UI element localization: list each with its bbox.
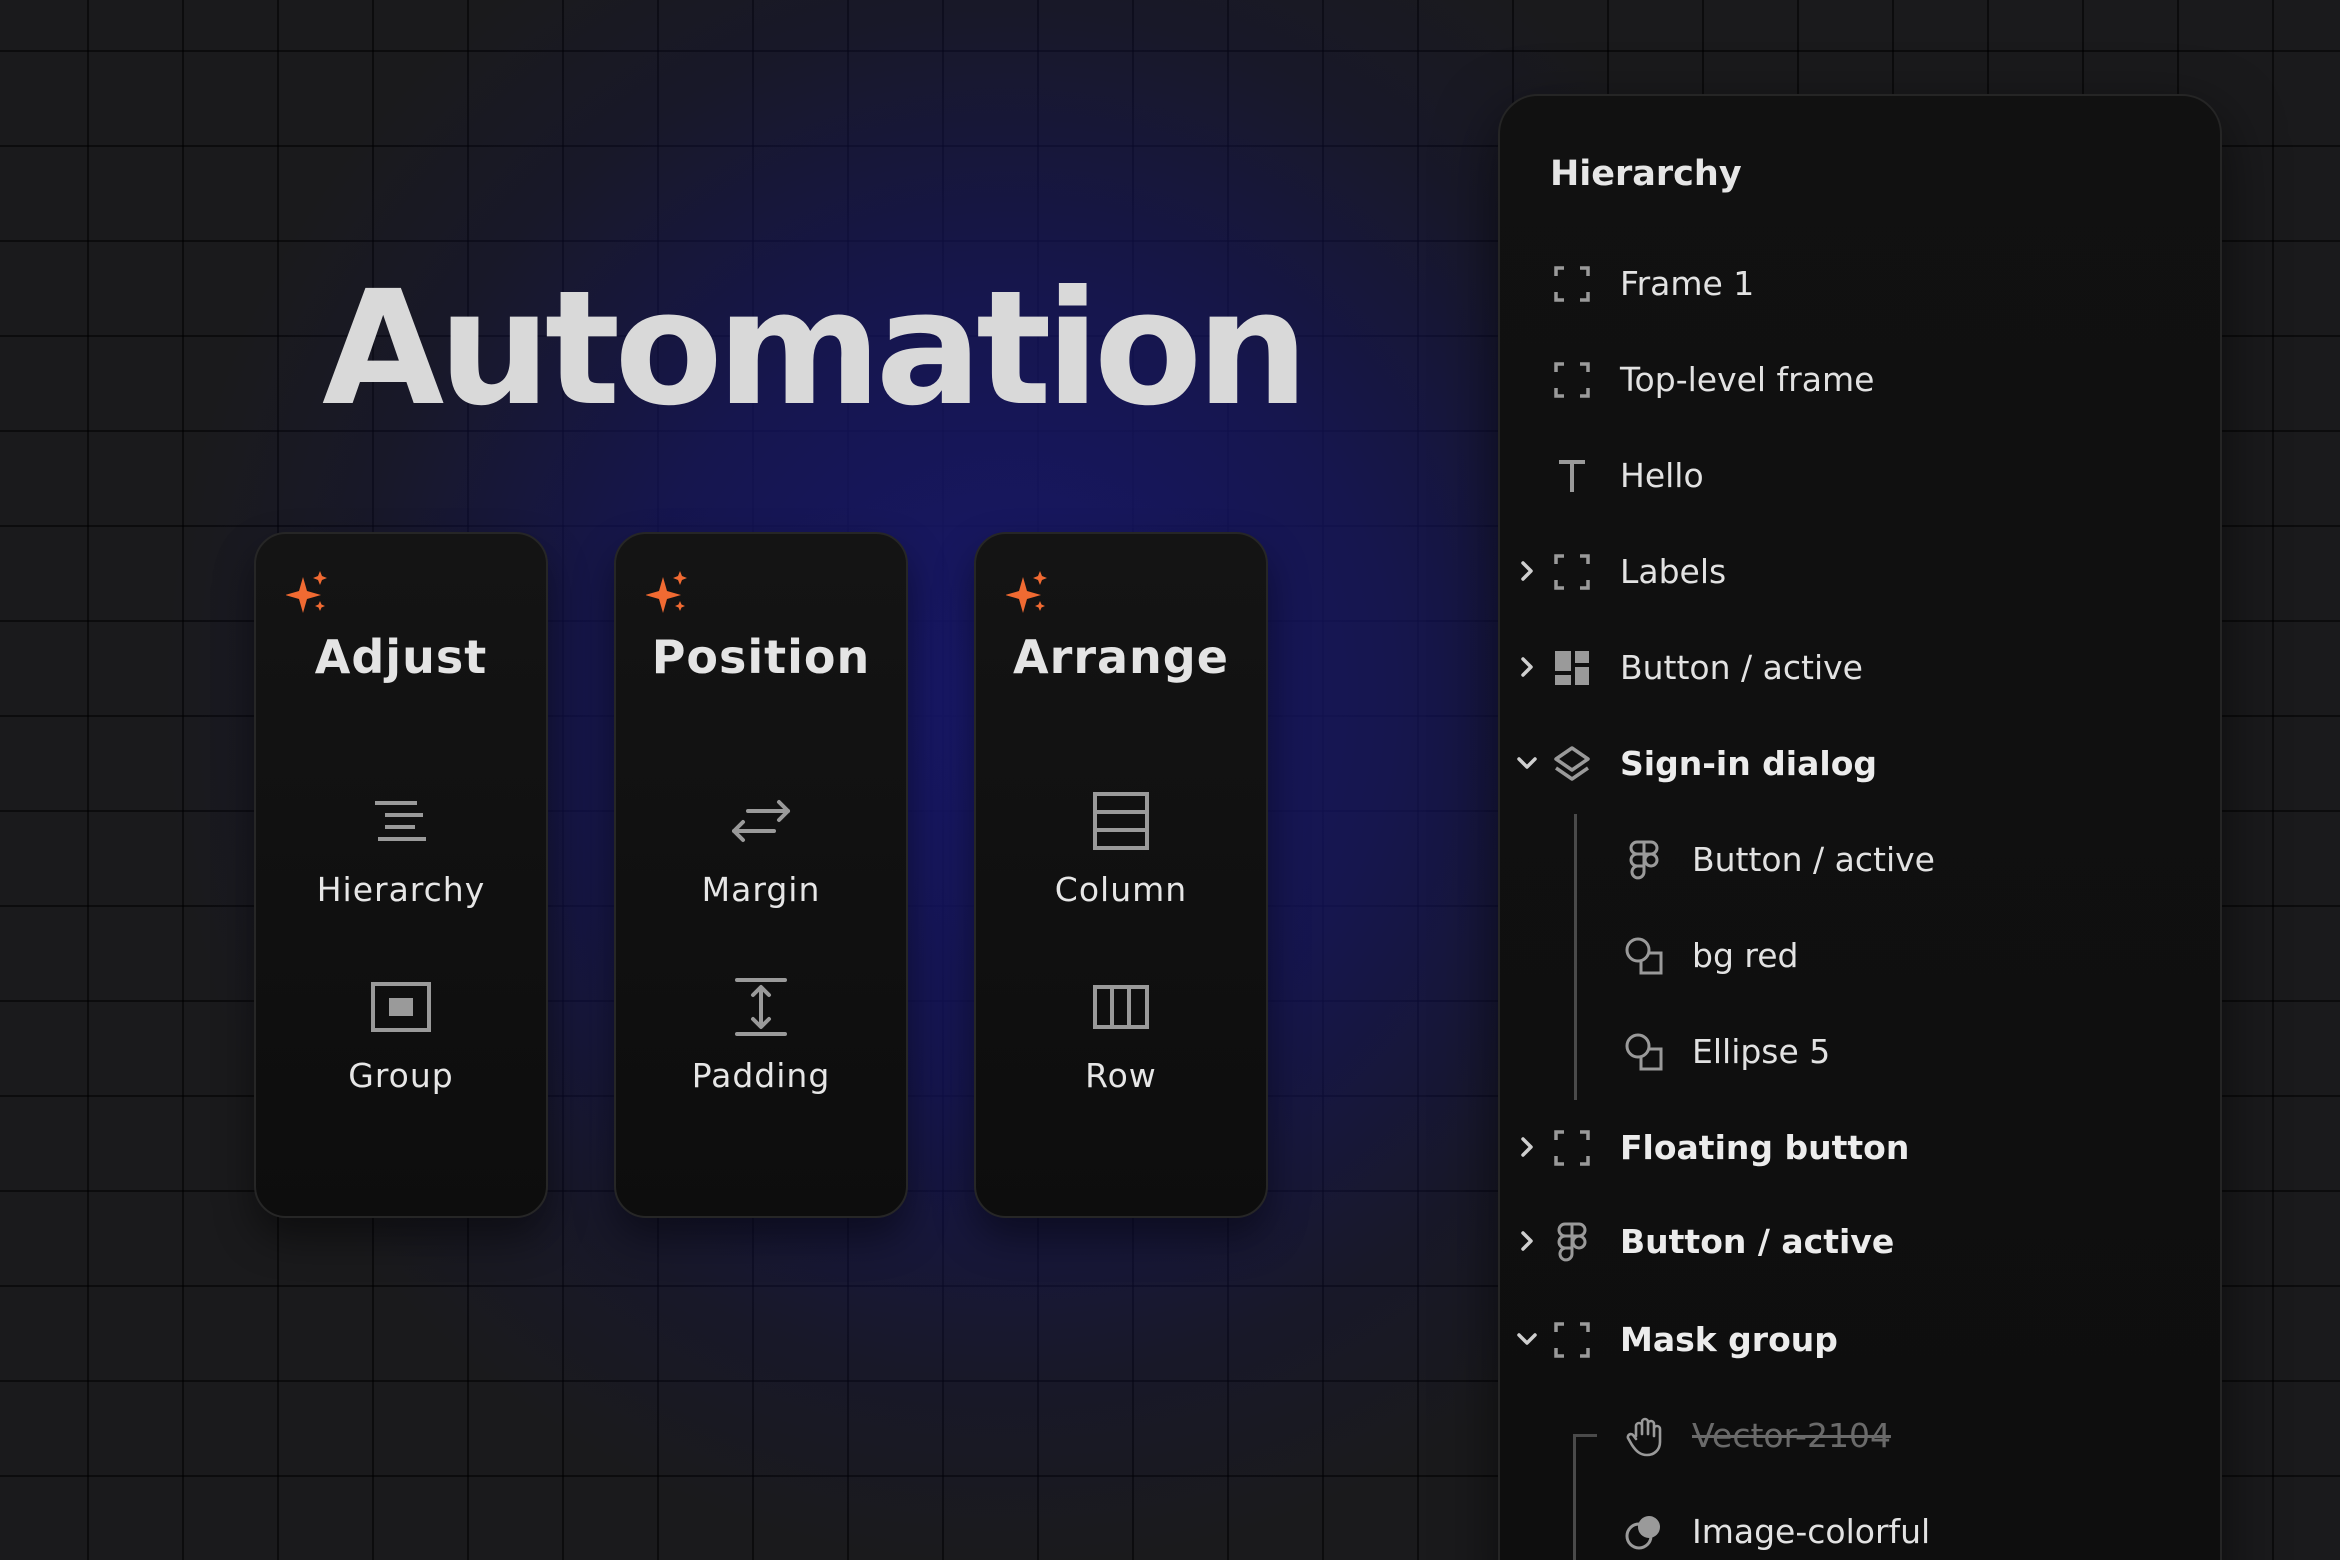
layer-row[interactable]: Vector-2104 — [1500, 1398, 2220, 1478]
layer-label: Labels — [1620, 552, 1727, 591]
frame-icon — [1554, 362, 1590, 398]
frame-icon — [1554, 1130, 1590, 1166]
figma-icon — [1629, 840, 1659, 880]
group-button[interactable]: Group — [256, 974, 546, 1114]
card-adjust: Adjust Hierarchy Group — [254, 532, 548, 1218]
image-icon — [1625, 1516, 1660, 1550]
card-arrange: Arrange Column Row — [974, 532, 1268, 1218]
card-title: Arrange — [1013, 630, 1229, 684]
hierarchy-icon — [375, 801, 426, 841]
layer-row[interactable]: Floating button — [1500, 1110, 2220, 1190]
card-title: Adjust — [314, 630, 488, 684]
layer-label: Sign-in dialog — [1620, 744, 1877, 783]
layer-label: Button / active — [1692, 840, 1935, 879]
layer-label: Hello — [1620, 456, 1704, 495]
figma-icon — [1557, 1222, 1587, 1262]
chevron-right-icon[interactable] — [1512, 1226, 1542, 1256]
frame-icon — [1554, 554, 1590, 590]
card-title: Position — [651, 630, 871, 684]
layer-label: bg red — [1692, 936, 1799, 975]
layer-row[interactable]: Button / active — [1500, 822, 2220, 902]
hierarchy-button[interactable]: Hierarchy — [256, 788, 546, 928]
hand-icon — [1626, 1417, 1662, 1457]
layer-row[interactable]: Frame 1 — [1500, 246, 2220, 326]
component-icon — [1555, 651, 1589, 685]
layer-label: Image-colorful — [1692, 1512, 1931, 1551]
panel-title: Hierarchy — [1550, 154, 1742, 194]
layer-label: Top-level frame — [1620, 360, 1875, 399]
layer-row[interactable]: bg red — [1500, 918, 2220, 998]
sparkle-icon — [286, 571, 327, 613]
card-item-label: Column — [1054, 870, 1188, 909]
layer-row[interactable]: Ellipse 5 — [1500, 1014, 2220, 1094]
layer-label: Button / active — [1620, 648, 1863, 687]
canvas: Automation Adjust Hierarchy Group Positi… — [0, 0, 2340, 1560]
hierarchy-panel: Hierarchy Frame 1 Top-level frame Hello — [1498, 94, 2222, 1560]
layer-row[interactable]: Top-level frame — [1500, 342, 2220, 422]
card-item-label: Hierarchy — [316, 870, 486, 909]
row-button[interactable]: Row — [976, 974, 1266, 1114]
frame-icon — [1554, 266, 1590, 302]
row-icon — [1093, 985, 1149, 1029]
text-icon — [1559, 460, 1585, 492]
layers-icon — [1554, 746, 1590, 781]
column-icon — [1093, 792, 1149, 850]
layer-label: Floating button — [1620, 1128, 1910, 1167]
margin-button[interactable]: Margin — [616, 788, 906, 928]
layer-row[interactable]: Hello — [1500, 438, 2220, 518]
group-icon — [371, 982, 431, 1032]
chevron-right-icon[interactable] — [1512, 652, 1542, 682]
chevron-down-icon[interactable] — [1512, 748, 1542, 778]
card-item-label: Row — [1085, 1056, 1157, 1095]
sparkle-icon — [1006, 571, 1047, 613]
frame-icon — [1554, 1322, 1590, 1358]
layer-label: Button / active — [1620, 1222, 1895, 1261]
chevron-right-icon[interactable] — [1512, 556, 1542, 586]
layer-row[interactable]: Sign-in dialog — [1500, 726, 2220, 806]
card-item-label: Margin — [701, 870, 821, 909]
padding-button[interactable]: Padding — [616, 974, 906, 1114]
card-item-label: Group — [348, 1056, 454, 1095]
shapes-icon — [1625, 937, 1663, 975]
card-item-label: Padding — [691, 1056, 831, 1095]
layer-row[interactable]: Image-colorful — [1500, 1494, 2220, 1560]
sparkle-icon — [646, 571, 687, 613]
column-button[interactable]: Column — [976, 788, 1266, 928]
padding-icon — [735, 978, 787, 1036]
layer-label: Mask group — [1620, 1320, 1838, 1359]
chevron-down-icon[interactable] — [1512, 1324, 1542, 1354]
layer-row[interactable]: Mask group — [1500, 1302, 2220, 1382]
layer-row[interactable]: Button / active — [1500, 630, 2220, 710]
layer-label: Frame 1 — [1620, 264, 1755, 303]
chevron-right-icon[interactable] — [1512, 1132, 1542, 1162]
card-position: Position Margin Padding — [614, 532, 908, 1218]
margin-icon — [732, 800, 790, 842]
shapes-icon — [1625, 1033, 1663, 1071]
hero-title: Automation — [322, 257, 1309, 441]
layer-row[interactable]: Labels — [1500, 534, 2220, 614]
layer-row[interactable]: Button / active — [1500, 1204, 2220, 1284]
layer-label: Ellipse 5 — [1692, 1032, 1831, 1071]
layer-label: Vector-2104 — [1692, 1416, 1891, 1455]
